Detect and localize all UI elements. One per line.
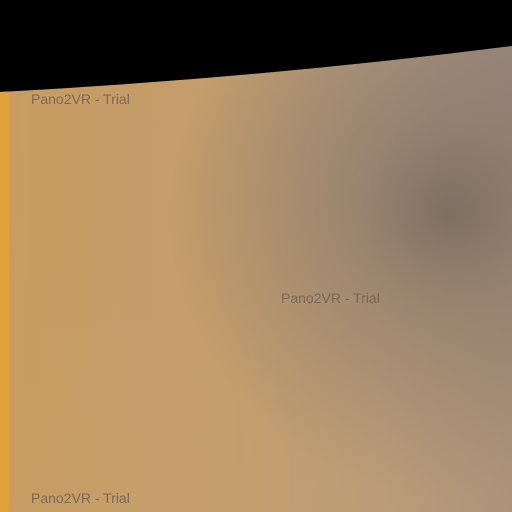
watermark-top-left: Pano2VR - Trial — [31, 91, 130, 107]
watermark-center: Pano2VR - Trial — [281, 290, 380, 306]
panorama-surface — [0, 0, 512, 512]
watermark-bottom-left: Pano2VR - Trial — [31, 490, 130, 506]
panorama-viewport[interactable]: Pano2VR - Trial Pano2VR - Trial Pano2VR … — [0, 0, 512, 512]
